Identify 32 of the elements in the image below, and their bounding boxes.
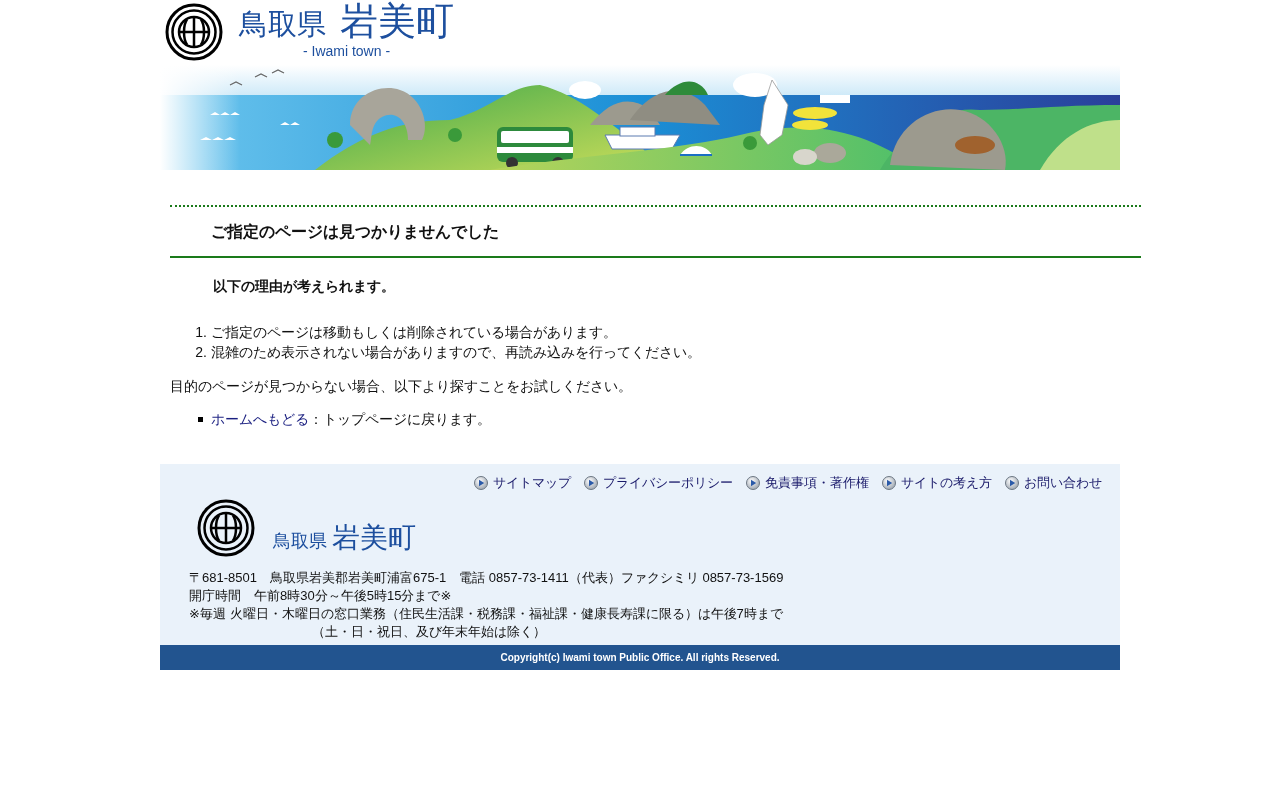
- list-number: 2.: [194, 343, 208, 362]
- logo-prefecture-text: 鳥取県: [273, 530, 327, 552]
- link-description: ：トップページに戻ります。: [309, 410, 491, 429]
- town-emblem-icon: [197, 499, 255, 557]
- footer-link[interactable]: プライバシーポリシー: [584, 474, 733, 492]
- section-subheading: 以下の理由が考えられます。: [213, 277, 395, 296]
- footer-link[interactable]: サイトマップ: [474, 474, 571, 492]
- footer-link[interactable]: サイトの考え方: [882, 474, 992, 492]
- play-circle-icon: [584, 476, 598, 490]
- logo-subtitle-text: - Iwami town -: [302, 42, 391, 59]
- note-text: 目的のページが見つからない場合、以下より探すことをお試しください。: [170, 377, 632, 396]
- footer-link[interactable]: お問い合わせ: [1005, 474, 1102, 492]
- square-bullet-icon: [198, 416, 203, 422]
- play-circle-icon: [474, 476, 488, 490]
- logo-town-text: 岩美町: [340, 0, 454, 44]
- logo-town-text: 岩美町: [332, 521, 416, 554]
- play-circle-icon: [882, 476, 896, 490]
- page-heading: ご指定のページは見つかりませんでした: [211, 222, 499, 242]
- address-text: ※毎週 火曜日・木曜日の窓口業務（住民生活課・税務課・福祉課・健康長寿課に限る）は午後7時まで: [189, 605, 783, 623]
- town-emblem-icon: [165, 3, 223, 61]
- footer-link[interactable]: 免責事項・著作権: [746, 474, 869, 492]
- copyright-bar: Copyright(c) Iwami town Public Office. All rights Reserved.: [160, 645, 1120, 670]
- reason-text: ご指定のページは移動もしくは削除されている場合があります。: [211, 323, 617, 342]
- reason-text: 混雑のため表示されない場合がありますので、再読み込みを行ってください。: [211, 343, 701, 362]
- address-text: （土・日・祝日、及び年末年始は除く）: [312, 623, 546, 641]
- play-circle-icon: [746, 476, 760, 490]
- address-text: 開庁時間 午前8時30分～午後5時15分まで※: [189, 587, 452, 605]
- address-text: 〒681-8501 鳥取県岩美郡岩美町浦富675-1 電話 0857-73-1411（代表）ファクシミリ 0857-73-1569: [189, 569, 784, 587]
- logo-prefecture-text: 鳥取県: [239, 8, 326, 42]
- list-number: 1.: [194, 323, 208, 342]
- home-link[interactable]: ホームへもどる: [211, 409, 309, 429]
- play-circle-icon: [1005, 476, 1019, 490]
